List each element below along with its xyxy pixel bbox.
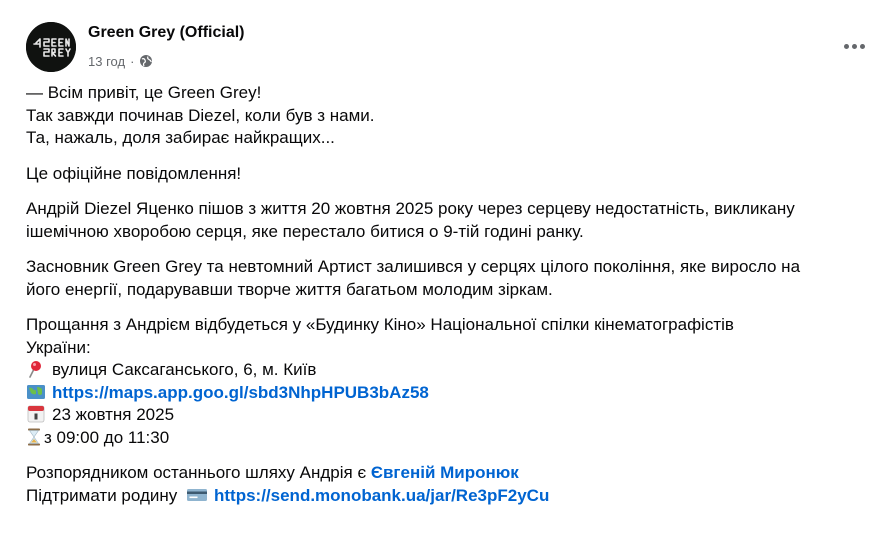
- globe-icon[interactable]: [139, 54, 153, 68]
- support-prefix: Підтримати родину: [26, 485, 178, 505]
- time-line: з 09:00 до 11:30: [26, 427, 876, 450]
- farewell-line: України:: [26, 337, 91, 357]
- credit-card-icon: [186, 486, 208, 504]
- time-text: з 09:00 до 11:30: [44, 427, 170, 447]
- more-options-button[interactable]: [836, 34, 872, 58]
- avatar[interactable]: [26, 22, 76, 72]
- founder-line: Засновник Green Grey та невтомний Артист…: [26, 257, 801, 276]
- meta-separator: ·: [130, 53, 135, 69]
- intro-line: Та, нажаль, доля забирає найкращих...: [26, 128, 335, 147]
- maps-link[interactable]: https://maps.app.goo.gl/sbd3NhpHPUB3bAz5…: [52, 383, 429, 402]
- post-text: — Всім привіт, це Green Grey! Так завжди…: [26, 82, 876, 520]
- organizer-prefix: Розпорядником останнього шляху Андрія є: [26, 463, 371, 482]
- round-pushpin-icon: [26, 360, 46, 378]
- maps-line: https://maps.app.goo.gl/sbd3NhpHPUB3bAz5…: [26, 382, 876, 405]
- address-text: вулиця Саксаганського, 6, м. Київ: [52, 360, 317, 379]
- farewell-paragraph: Прощання з Андрієм відбудеться у «Будинк…: [26, 314, 876, 449]
- intro-line: — Всім привіт, це Green Grey!: [26, 83, 262, 102]
- more-options-icon: [843, 43, 849, 49]
- world-map-icon: [26, 383, 46, 401]
- post-time[interactable]: 13 год: [88, 54, 125, 69]
- official-paragraph: Це офіційне повідомлення!: [26, 163, 876, 186]
- green-grey-logo-icon: [26, 22, 76, 72]
- intro-line: Так завжди починав Diezel, коли був з на…: [26, 105, 375, 125]
- death-paragraph: Андрій Diezel Яценко пішов з життя 20 жо…: [26, 198, 876, 243]
- date-text: 23 жовтня 2025: [52, 405, 175, 424]
- death-line: Андрій Diezel Яценко пішов з життя 20 жо…: [26, 199, 795, 218]
- facebook-post: Green Grey (Official) 13 год · — Всім пр…: [0, 0, 890, 544]
- farewell-line: Прощання з Андрієм відбудеться у «Будинк…: [26, 315, 734, 334]
- post-header: Green Grey (Official) 13 год ·: [26, 22, 872, 74]
- post-meta: 13 год ·: [88, 52, 153, 70]
- official-line: Це офіційне повідомлення!: [26, 163, 242, 183]
- hourglass-icon: [26, 428, 42, 446]
- address-line: вулиця Саксаганського, 6, м. Київ: [26, 359, 876, 382]
- death-line: ішемічною хворобою серця, яке перестало …: [26, 221, 584, 241]
- organizer-paragraph: Розпорядником останнього шляху Андрія є …: [26, 462, 876, 507]
- author-name[interactable]: Green Grey (Official): [88, 24, 245, 42]
- organizer-mention[interactable]: Євгеній Миронюк: [371, 463, 519, 482]
- organizer-line: Розпорядником останнього шляху Андрія є …: [26, 462, 876, 485]
- date-line: 23 жовтня 2025: [26, 404, 876, 427]
- calendar-icon: [26, 405, 46, 423]
- founder-paragraph: Засновник Green Grey та невтомний Артист…: [26, 256, 876, 301]
- intro-paragraph: — Всім привіт, це Green Grey! Так завжди…: [26, 82, 876, 150]
- founder-line: його енергії, подарувавши творче життя б…: [26, 279, 553, 299]
- support-link[interactable]: https://send.monobank.ua/jar/Re3pF2yCu: [214, 486, 549, 505]
- support-line: Підтримати родину https://send.monobank.…: [26, 485, 876, 508]
